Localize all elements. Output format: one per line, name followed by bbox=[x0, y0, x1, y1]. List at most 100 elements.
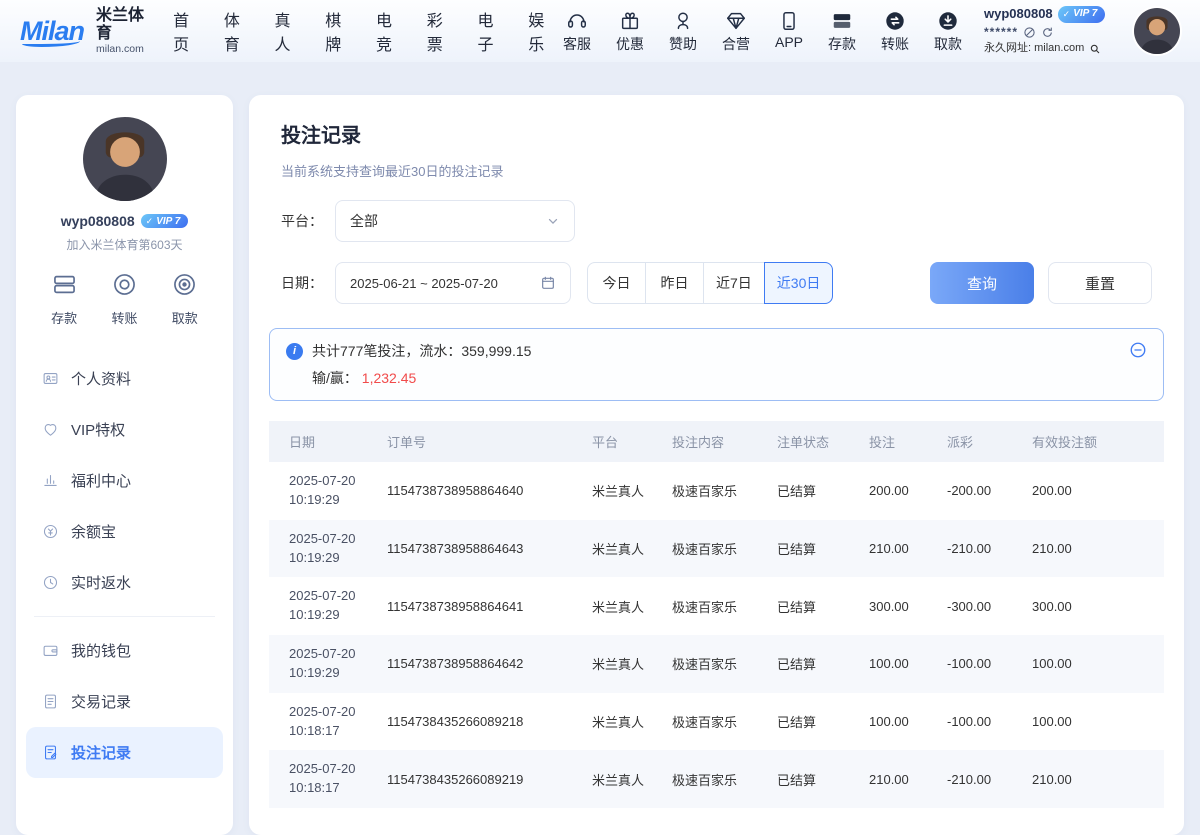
quicklink-deposit[interactable]: 存款 bbox=[822, 8, 862, 54]
nav-item-chess[interactable]: 棋牌 bbox=[325, 7, 354, 55]
deposit-icon bbox=[51, 271, 78, 303]
status-badge: 已结算 bbox=[769, 750, 861, 808]
quicklink-promo[interactable]: 优惠 bbox=[610, 8, 650, 54]
avatar[interactable] bbox=[83, 117, 167, 201]
quick-range-group: 今日 昨日 近7日 近30日 bbox=[587, 262, 833, 304]
page-title: 投注记录 bbox=[281, 119, 1152, 148]
status-badge: 已结算 bbox=[769, 520, 861, 578]
sidebar-transfer-button[interactable]: 转账 bbox=[111, 271, 138, 327]
page-subtitle: 当前系统支持查询最近30日的投注记录 bbox=[281, 161, 1152, 180]
table-row: 2025-07-2010:19:29 1154738738958864640 米… bbox=[269, 462, 1164, 520]
status-badge: 已结算 bbox=[769, 635, 861, 693]
col-order: 订单号 bbox=[379, 421, 584, 462]
nav-item-entertainment[interactable]: 娱乐 bbox=[528, 7, 557, 55]
quicklink-partner[interactable]: 合营 bbox=[716, 8, 756, 54]
logo-domain: milan.com bbox=[96, 43, 151, 55]
col-content: 投注内容 bbox=[664, 421, 769, 462]
profile-icon bbox=[42, 370, 59, 387]
table-row: 2025-07-2010:19:29 1154738738958864642 米… bbox=[269, 635, 1164, 693]
rebate-icon bbox=[42, 574, 59, 591]
permanent-url: 永久网址: milan.com bbox=[984, 41, 1084, 57]
search-button[interactable]: 查询 bbox=[930, 262, 1034, 304]
info-icon: i bbox=[286, 343, 303, 360]
table-header-row: 日期 订单号 平台 投注内容 注单状态 投注 派彩 有效投注额 bbox=[269, 421, 1164, 462]
sidebar-item-vip[interactable]: VIP特权 bbox=[26, 404, 223, 455]
withdraw-icon bbox=[937, 8, 959, 32]
quicklink-app[interactable]: APP bbox=[769, 8, 809, 50]
quicklink-transfer[interactable]: 转账 bbox=[875, 8, 915, 54]
sidebar-deposit-button[interactable]: 存款 bbox=[51, 271, 78, 327]
quicklink-sponsor[interactable]: 赞助 bbox=[663, 8, 703, 54]
platform-select[interactable]: 全部 bbox=[335, 200, 575, 242]
vip-icon bbox=[42, 421, 59, 438]
platform-select-value: 全部 bbox=[350, 211, 378, 231]
nav-item-home[interactable]: 首页 bbox=[173, 7, 202, 55]
top-header: Milan 米兰体育 milan.com 首页 体育 真人 棋牌 电竞 彩票 电… bbox=[0, 0, 1200, 62]
logo-title: 米兰体育 bbox=[96, 7, 151, 42]
range-last30-button[interactable]: 近30日 bbox=[764, 262, 834, 304]
joined-days: 加入米兰体育第603天 bbox=[16, 236, 233, 253]
gift-icon bbox=[619, 8, 641, 32]
nav-item-esports[interactable]: 电竞 bbox=[376, 7, 405, 55]
range-last7-button[interactable]: 近7日 bbox=[703, 262, 765, 304]
masked-balance: ****** bbox=[984, 24, 1018, 41]
vip-badge: ✓VIP 7 bbox=[141, 214, 189, 228]
collapse-icon[interactable] bbox=[1129, 341, 1147, 364]
sidebar-item-bet-records[interactable]: 投注记录 bbox=[26, 727, 223, 778]
bet-records-icon bbox=[42, 744, 59, 761]
divider bbox=[34, 616, 215, 617]
table-row: 2025-07-2010:18:17 1154738435266089218 米… bbox=[269, 693, 1164, 751]
nav-item-sports[interactable]: 体育 bbox=[224, 7, 253, 55]
refresh-icon[interactable] bbox=[1041, 26, 1054, 39]
winloss-label: 输/赢： bbox=[312, 370, 358, 386]
status-badge: 已结算 bbox=[769, 462, 861, 520]
headset-icon bbox=[566, 8, 588, 32]
avatar[interactable] bbox=[1134, 8, 1180, 54]
main-nav: 首页 体育 真人 棋牌 电竞 彩票 电子 娱乐 bbox=[173, 7, 557, 55]
sidebar-withdraw-button[interactable]: 取款 bbox=[171, 271, 198, 327]
date-label: 日期： bbox=[281, 273, 323, 293]
sponsor-icon bbox=[672, 8, 694, 32]
col-payout: 派彩 bbox=[939, 421, 1024, 462]
nav-item-slots[interactable]: 电子 bbox=[477, 7, 506, 55]
col-valid: 有效投注额 bbox=[1024, 421, 1164, 462]
sidebar: wyp080808 ✓VIP 7 加入米兰体育第603天 存款 转账 取款 个人… bbox=[16, 95, 233, 835]
table-row: 2025-07-2010:19:29 1154738738958864641 米… bbox=[269, 577, 1164, 635]
vip-badge: ✓VIP 7 bbox=[1058, 6, 1106, 24]
magnifier-icon[interactable] bbox=[1089, 43, 1101, 55]
header-quick-links: 客服 优惠 赞助 合营 APP bbox=[557, 8, 968, 54]
eye-off-icon[interactable] bbox=[1023, 26, 1036, 39]
winloss-value: 1,232.45 bbox=[362, 370, 417, 386]
summary-banner: i 共计777笔投注，流水：359,999.15 输/赢： 1,232.45 bbox=[269, 328, 1164, 401]
nav-item-lottery[interactable]: 彩票 bbox=[427, 7, 456, 55]
range-yesterday-button[interactable]: 昨日 bbox=[645, 262, 704, 304]
date-range-input[interactable]: 2025-06-21 ~ 2025-07-20 bbox=[335, 262, 571, 304]
range-today-button[interactable]: 今日 bbox=[587, 262, 646, 304]
col-platform: 平台 bbox=[584, 421, 664, 462]
transactions-icon bbox=[42, 693, 59, 710]
table-row: 2025-07-2010:19:29 1154738738958864643 米… bbox=[269, 520, 1164, 578]
sidebar-item-welfare[interactable]: 福利中心 bbox=[26, 455, 223, 506]
nav-item-live[interactable]: 真人 bbox=[275, 7, 304, 55]
diamond-icon bbox=[725, 8, 747, 32]
status-badge: 已结算 bbox=[769, 577, 861, 635]
date-filter-row: 日期： 2025-06-21 ~ 2025-07-20 今日 昨日 近7日 近3… bbox=[281, 262, 1152, 304]
quicklink-service[interactable]: 客服 bbox=[557, 8, 597, 54]
sidebar-item-transactions[interactable]: 交易记录 bbox=[26, 676, 223, 727]
reset-button[interactable]: 重置 bbox=[1048, 262, 1152, 304]
status-badge: 已结算 bbox=[769, 693, 861, 751]
bet-records-table: 日期 订单号 平台 投注内容 注单状态 投注 派彩 有效投注额 2025-07-… bbox=[269, 421, 1164, 808]
betting-records-panel: 投注记录 当前系统支持查询最近30日的投注记录 平台： 全部 日期： 2025-… bbox=[249, 95, 1184, 835]
welfare-icon bbox=[42, 472, 59, 489]
sidebar-item-wallet[interactable]: 我的钱包 bbox=[26, 625, 223, 676]
coin-icon bbox=[42, 523, 59, 540]
sidebar-item-yuebao[interactable]: 余额宝 bbox=[26, 506, 223, 557]
logo[interactable]: Milan 米兰体育 milan.com bbox=[20, 7, 151, 54]
calendar-icon bbox=[540, 275, 556, 291]
sidebar-item-profile[interactable]: 个人资料 bbox=[26, 353, 223, 404]
user-info: wyp080808 ✓VIP 7 ****** 永久网址: milan.com bbox=[984, 5, 1122, 57]
col-status: 注单状态 bbox=[769, 421, 861, 462]
sidebar-item-rebate[interactable]: 实时返水 bbox=[26, 557, 223, 608]
platform-label: 平台： bbox=[281, 211, 323, 231]
quicklink-withdraw[interactable]: 取款 bbox=[928, 8, 968, 54]
